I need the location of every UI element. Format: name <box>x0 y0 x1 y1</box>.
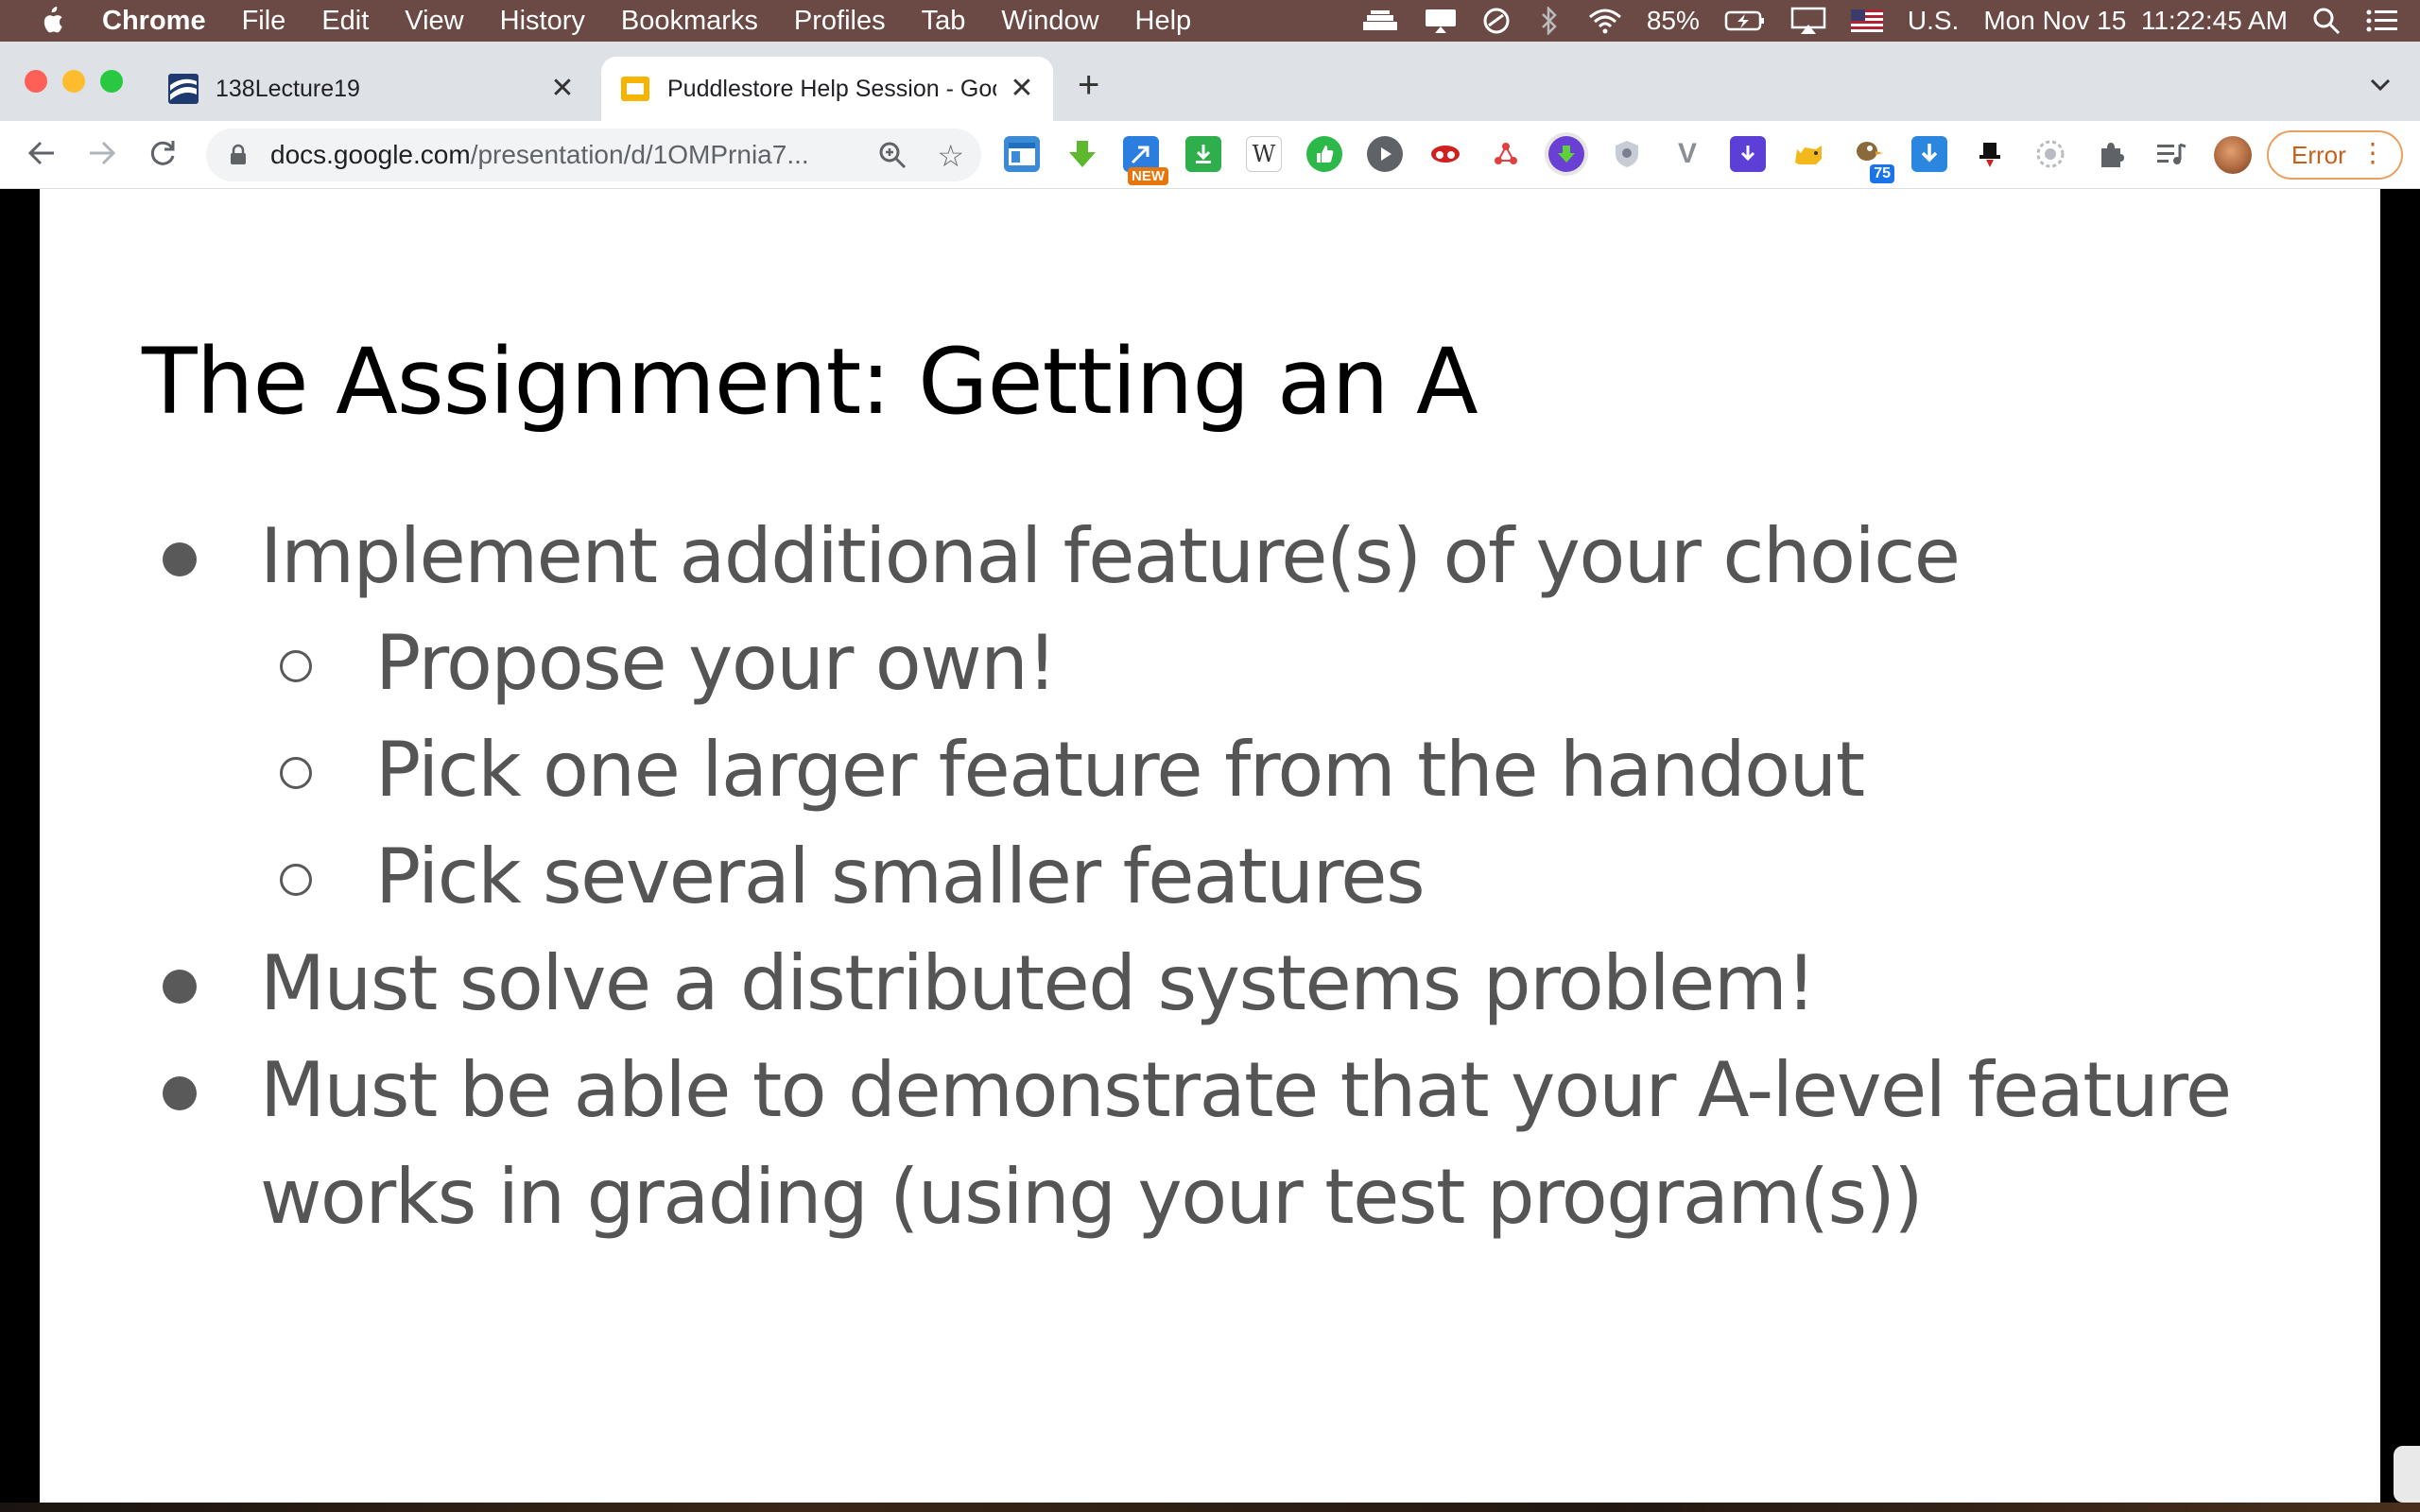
address-bar[interactable]: docs.google.com/presentation/d/1OMPrnia7… <box>206 129 981 181</box>
input-source-label[interactable]: U.S. <box>1908 6 1959 36</box>
window-close-button[interactable] <box>25 70 47 93</box>
extensions-puzzle-icon[interactable] <box>2093 136 2129 172</box>
back-arrow-icon[interactable] <box>23 134 60 172</box>
bullet-filled-icon <box>163 542 197 576</box>
bullet-hollow-icon <box>280 757 312 789</box>
desktop-wallpaper-strip <box>0 1503 2420 1512</box>
status-area: 85% U.S. Mon Nov 15 11:22:45 AM <box>1361 0 2399 42</box>
new-badge: NEW <box>1128 167 1168 185</box>
sub-bullet-item: Pick one larger feature from the handout <box>375 726 1865 814</box>
tab-close-icon[interactable]: ✕ <box>548 73 577 104</box>
google-slides-favicon-icon <box>620 74 650 104</box>
window-zoom-button[interactable] <box>100 70 123 93</box>
bluetooth-icon[interactable] <box>1535 7 1564 35</box>
menu-tab[interactable]: Tab <box>922 6 966 37</box>
tab-label: 138Lecture19 <box>216 75 360 102</box>
bullet-item: Must be able to demonstrate that your A-… <box>260 1046 2232 1134</box>
extension-bird-icon[interactable]: 75 <box>1851 136 1894 183</box>
sub-bullet-item: Pick several smaller features <box>375 833 1426 920</box>
extension-window-icon[interactable] <box>1004 136 1040 172</box>
extension-cat-icon[interactable] <box>1790 136 1826 172</box>
menu-view[interactable]: View <box>405 6 463 37</box>
slide: The Assignment: Getting an A Implement a… <box>40 189 2380 1503</box>
battery-percent: 85% <box>1646 6 1700 35</box>
stack-icon[interactable] <box>1361 7 1399 35</box>
menu-bookmarks[interactable]: Bookmarks <box>621 6 758 37</box>
battery-charging-icon[interactable] <box>1724 7 1766 35</box>
extension-shield-icon[interactable] <box>1609 136 1645 172</box>
tab-puddlestore-help-session[interactable]: Puddlestore Help Session - Goo ✕ <box>601 57 1053 121</box>
extension-red-glasses-icon[interactable] <box>1427 136 1463 172</box>
tab-138lecture19[interactable]: 138Lecture19 ✕ <box>151 57 594 121</box>
profile-avatar[interactable] <box>2214 136 2252 174</box>
spotlight-search-icon[interactable] <box>2312 7 2341 35</box>
macos-menu-bar: Chrome File Edit View History Bookmarks … <box>0 0 2420 42</box>
bullet-hollow-icon <box>280 650 312 682</box>
presentation-viewport: The Assignment: Getting an A Implement a… <box>0 189 2420 1512</box>
count-badge: 75 <box>1870 164 1894 183</box>
extension-blue-download-icon[interactable] <box>1911 136 1947 172</box>
tab-close-icon[interactable]: ✕ <box>1008 73 1036 104</box>
extension-thumbs-up-icon[interactable] <box>1306 136 1342 172</box>
airplay-icon[interactable] <box>1790 7 1826 35</box>
screen-share-icon[interactable] <box>1424 7 1458 35</box>
extension-network-icon[interactable] <box>1488 136 1524 172</box>
slide-title: The Assignment: Getting an A <box>142 329 1478 435</box>
extension-download-green-arrow-icon[interactable] <box>1064 136 1100 172</box>
zoom-magnifier-icon[interactable] <box>877 140 908 175</box>
media-controls-icon[interactable] <box>2153 136 2189 172</box>
lecture-favicon-icon <box>168 74 199 104</box>
wifi-icon[interactable] <box>1588 7 1622 35</box>
bookmark-star-icon[interactable]: ☆ <box>937 138 964 174</box>
extension-play-icon[interactable] <box>1367 136 1403 172</box>
bullet-filled-icon <box>163 970 197 1004</box>
extension-top-hat-icon[interactable] <box>1972 136 2008 172</box>
new-tab-plus-icon[interactable]: + <box>1078 64 1099 107</box>
menu-window[interactable]: Window <box>1001 6 1098 37</box>
clock[interactable]: Mon Nov 15 11:22:45 AM <box>1983 6 2288 36</box>
extension-v-icon[interactable]: V <box>1669 136 1705 172</box>
tab-label: Puddlestore Help Session - Goo <box>667 75 996 102</box>
apple-menu-icon[interactable] <box>0 6 102 36</box>
url-text[interactable]: docs.google.com/presentation/d/1OMPrnia7… <box>270 140 809 170</box>
bullet-item: Must solve a distributed systems problem… <box>260 939 1816 1027</box>
scroll-corner-widget[interactable] <box>2394 1446 2420 1503</box>
extension-wikipedia-icon[interactable]: W <box>1246 136 1282 172</box>
browser-toolbar: docs.google.com/presentation/d/1OMPrnia7… <box>0 121 2420 189</box>
menu-app-chrome[interactable]: Chrome <box>102 6 206 37</box>
extension-gear-badge-icon[interactable] <box>2032 136 2068 172</box>
window-minimize-button[interactable] <box>62 70 85 93</box>
reload-icon[interactable] <box>144 134 182 172</box>
menu-history[interactable]: History <box>500 6 585 37</box>
do-not-disturb-icon[interactable] <box>1482 7 1511 35</box>
extension-purple-download-icon[interactable] <box>1548 136 1584 172</box>
tab-search-chevron-down-icon[interactable] <box>2369 70 2392 99</box>
error-button[interactable]: Error ⋮ <box>2267 130 2403 180</box>
tab-strip: 138Lecture19 ✕ Puddlestore Help Session … <box>0 42 2420 121</box>
menu-edit[interactable]: Edit <box>321 6 369 37</box>
bullet-hollow-icon <box>280 864 312 896</box>
us-flag-icon[interactable] <box>1850 7 1883 35</box>
bullet-item: Implement additional feature(s) of your … <box>260 512 1961 600</box>
extension-new-icon[interactable]: NEW <box>1123 136 1168 185</box>
bullet-item-continuation: works in grading (using your test progra… <box>260 1153 1924 1241</box>
bullet-filled-icon <box>163 1076 197 1110</box>
forward-arrow-icon[interactable] <box>83 134 121 172</box>
sub-bullet-item: Propose your own! <box>375 619 1057 707</box>
more-vert-icon[interactable]: ⋮ <box>2360 140 2386 166</box>
lock-icon[interactable] <box>227 144 250 166</box>
extension-download-manager-icon[interactable] <box>1185 136 1221 172</box>
menu-help[interactable]: Help <box>1135 6 1192 37</box>
extension-purple-arrow-icon[interactable] <box>1730 136 1766 172</box>
control-center-list-icon[interactable] <box>2365 7 2399 35</box>
menu-profiles[interactable]: Profiles <box>794 6 886 37</box>
menu-file[interactable]: File <box>242 6 286 37</box>
error-label: Error <box>2291 140 2346 169</box>
